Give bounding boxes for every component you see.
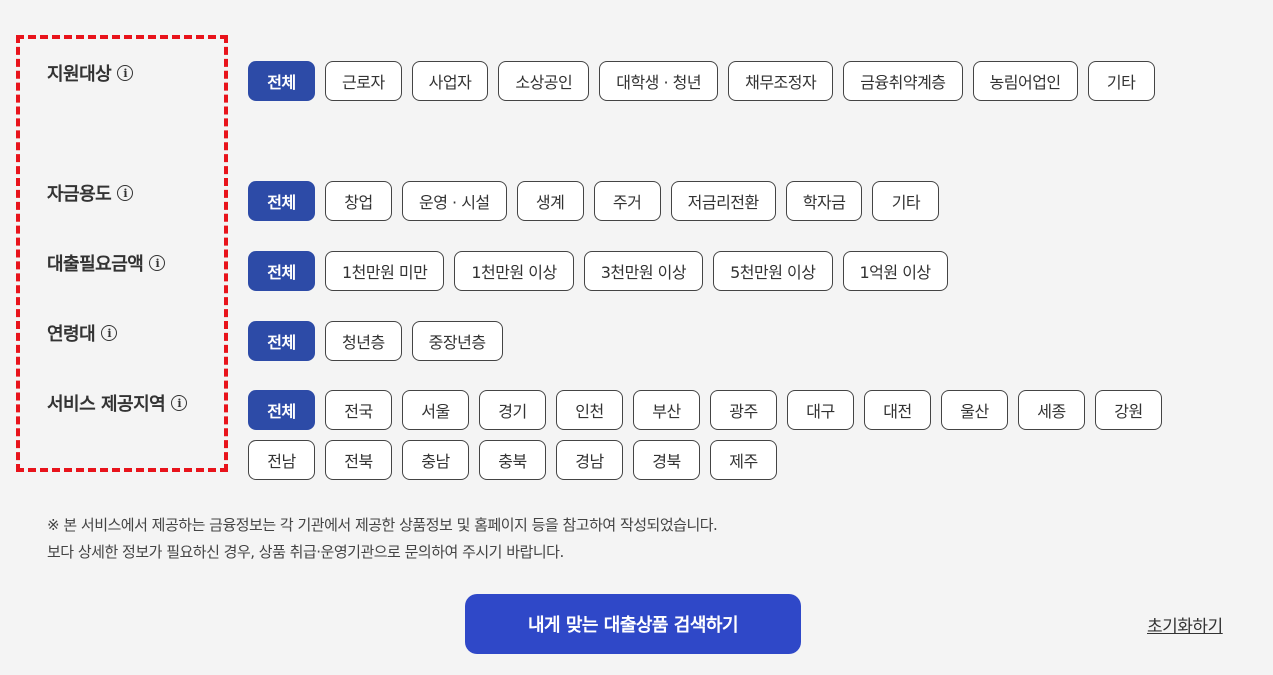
filter-chip[interactable]: 운영 · 시설: [402, 181, 507, 221]
filter-chip[interactable]: 전체: [248, 251, 315, 291]
filter-chip[interactable]: 강원: [1095, 390, 1162, 430]
filter-chip[interactable]: 전체: [248, 181, 315, 221]
filter-chip[interactable]: 대학생 · 청년: [599, 61, 719, 101]
filter-label-age: 연령대 i: [47, 320, 118, 346]
chip-group-purpose: 전체 창업 운영 · 시설 생계 주거 저금리전환 학자금 기타: [248, 181, 1178, 221]
chip-group-amount: 전체 1천만원 미만 1천만원 이상 3천만원 이상 5천만원 이상 1억원 이상: [248, 251, 1178, 291]
filter-chip[interactable]: 전체: [248, 321, 315, 361]
filter-chip[interactable]: 3천만원 이상: [583, 251, 704, 291]
info-icon[interactable]: i: [101, 325, 118, 341]
filter-chip[interactable]: 전체: [248, 390, 315, 430]
filter-label-target: 지원대상 i: [47, 60, 134, 86]
notice-line: 보다 상세한 정보가 필요하신 경우, 상품 취급·운영기관으로 문의하여 주시…: [47, 543, 564, 561]
filter-chip[interactable]: 소상공인: [498, 61, 590, 101]
filter-chip[interactable]: 청년층: [325, 321, 402, 361]
filter-chip[interactable]: 1억원 이상: [842, 251, 948, 291]
filter-chip[interactable]: 기타: [872, 181, 940, 221]
reset-link[interactable]: 초기화하기: [1147, 612, 1223, 637]
filter-chip[interactable]: 세종: [1018, 390, 1085, 430]
filter-chip[interactable]: 대전: [864, 390, 931, 430]
filter-chip[interactable]: 인천: [556, 390, 623, 430]
filter-chip[interactable]: 창업: [325, 181, 392, 221]
notice: ※ 본 서비스에서 제공하는 금융정보는 각 기관에서 제공한 상품정보 및 홈…: [47, 512, 718, 566]
search-button[interactable]: 내게 맞는 대출상품 검색하기: [465, 594, 801, 654]
filter-chip[interactable]: 경남: [556, 440, 623, 480]
info-icon[interactable]: i: [117, 65, 134, 81]
filter-chip[interactable]: 충북: [479, 440, 546, 480]
filter-chip[interactable]: 중장년층: [411, 321, 503, 361]
filter-chip[interactable]: 저금리전환: [670, 181, 776, 221]
filter-label-region: 서비스 제공지역 i: [47, 390, 188, 416]
notice-line: ※ 본 서비스에서 제공하는 금융정보는 각 기관에서 제공한 상품정보 및 홈…: [47, 516, 718, 534]
filter-chip[interactable]: 전남: [248, 440, 315, 480]
chip-group-target: 전체 근로자 사업자 소상공인 대학생 · 청년 채무조정자 금융취약계층 농림어업인 기타: [248, 61, 1178, 101]
filter-chip[interactable]: 전국: [325, 390, 392, 430]
filter-label-text: 지원대상: [47, 64, 112, 85]
filter-label-text: 연령대: [47, 324, 96, 345]
filter-label-purpose: 자금용도 i: [47, 180, 134, 206]
filter-chip[interactable]: 채무조정자: [728, 61, 834, 101]
filter-chip[interactable]: 제주: [710, 440, 777, 480]
filter-chip[interactable]: 서울: [402, 390, 469, 430]
info-icon[interactable]: i: [117, 185, 134, 201]
filter-label-amount: 대출필요금액 i: [47, 250, 166, 276]
filter-chip[interactable]: 기타: [1087, 61, 1155, 101]
filter-chip[interactable]: 전체: [248, 61, 315, 101]
filter-label-text: 대출필요금액: [47, 254, 144, 275]
filter-chip[interactable]: 생계: [516, 181, 584, 221]
filter-chip[interactable]: 울산: [941, 390, 1008, 430]
filter-chip[interactable]: 주거: [593, 181, 661, 221]
filter-chip[interactable]: 사업자: [411, 61, 489, 101]
filter-chip[interactable]: 금융취약계층: [843, 61, 963, 101]
filter-chip[interactable]: 경기: [479, 390, 546, 430]
filter-chip[interactable]: 1천만원 이상: [454, 251, 574, 291]
info-icon[interactable]: i: [149, 255, 166, 271]
filter-chip[interactable]: 광주: [710, 390, 777, 430]
filter-chip[interactable]: 학자금: [785, 181, 863, 221]
filter-chip[interactable]: 농림어업인: [972, 61, 1078, 101]
chip-group-region: 전체 전국 서울 경기 인천 부산 광주 대구 대전 울산 세종 강원전남 전북 충남 충북 경남 경북 제주: [248, 390, 1178, 480]
filter-chip[interactable]: 근로자: [325, 61, 402, 101]
filter-chip[interactable]: 5천만원 이상: [713, 251, 833, 291]
filter-chip[interactable]: 1천만원 미만: [325, 251, 445, 291]
info-icon[interactable]: i: [171, 395, 188, 411]
filter-label-text: 자금용도: [47, 184, 112, 205]
filter-chip[interactable]: 대구: [787, 390, 854, 430]
filter-chip[interactable]: 전북: [325, 440, 392, 480]
filter-chip[interactable]: 충남: [402, 440, 469, 480]
chip-group-age: 전체 청년층 중장년층: [248, 321, 1178, 361]
filter-label-text: 서비스 제공지역: [47, 394, 166, 415]
filter-chip[interactable]: 부산: [633, 390, 700, 430]
filter-chip[interactable]: 경북: [633, 440, 700, 480]
